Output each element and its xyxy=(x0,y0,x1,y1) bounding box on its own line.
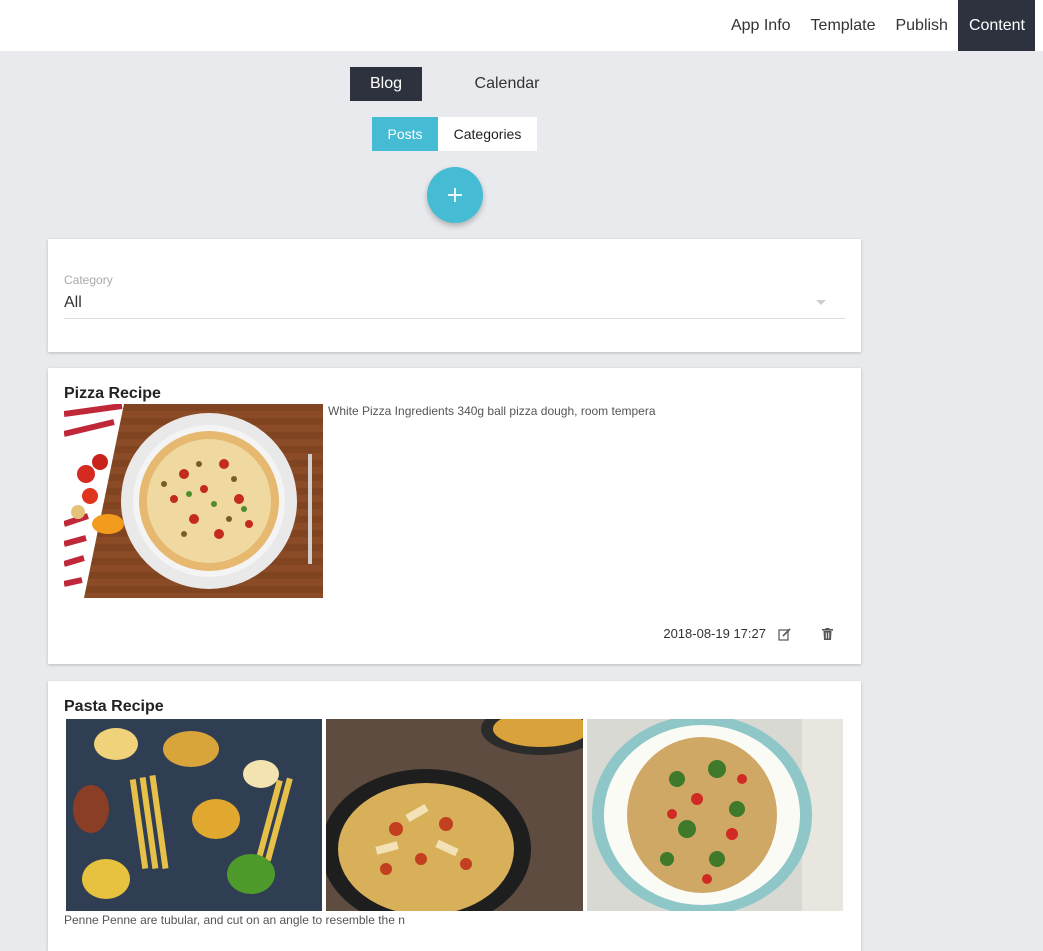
top-navigation-bar: App Info Template Publish Content xyxy=(0,0,1043,51)
post-card: Pasta Recipe Penne Penne are tubular, an… xyxy=(48,681,861,951)
nav-content[interactable]: Content xyxy=(957,0,1035,51)
top-nav-menu: App Info Template Publish Content xyxy=(721,0,1035,51)
delete-button[interactable] xyxy=(819,626,835,642)
nav-template[interactable]: Template xyxy=(801,0,886,51)
primary-tabs: Blog Calendar xyxy=(350,67,592,101)
tab-blog[interactable]: Blog xyxy=(350,67,422,101)
category-select-value: All xyxy=(64,294,82,311)
tab-calendar[interactable]: Calendar xyxy=(422,67,592,101)
nav-app-info[interactable]: App Info xyxy=(721,0,801,51)
post-title: Pizza Recipe xyxy=(64,385,161,402)
tab-posts[interactable]: Posts xyxy=(372,117,438,151)
pizza-photo xyxy=(64,404,323,598)
post-date: 2018-08-19 17:27 xyxy=(663,626,766,641)
category-filter-label: Category xyxy=(64,273,113,287)
tab-categories[interactable]: Categories xyxy=(438,117,537,151)
add-post-button[interactable] xyxy=(427,167,483,223)
nav-publish[interactable]: Publish xyxy=(885,0,957,51)
plus-icon xyxy=(448,188,462,202)
raw-pasta-photo xyxy=(66,719,322,911)
edit-icon xyxy=(777,627,791,641)
post-title: Pasta Recipe xyxy=(64,698,164,715)
post-card: Pizza Recipe White Pizza Ingredients 340… xyxy=(48,368,861,664)
secondary-tabs: Posts Categories xyxy=(372,117,537,151)
category-filter-card: Category All xyxy=(48,239,861,352)
penne-bowl-photo xyxy=(326,719,583,911)
chevron-down-icon xyxy=(816,300,826,305)
spaghetti-plate-photo xyxy=(587,719,843,911)
post-excerpt: White Pizza Ingredients 340g ball pizza … xyxy=(328,404,656,418)
edit-button[interactable] xyxy=(776,626,792,642)
trash-icon xyxy=(821,628,833,640)
category-select[interactable]: All xyxy=(64,291,845,319)
post-excerpt: Penne Penne are tubular, and cut on an a… xyxy=(64,913,405,927)
